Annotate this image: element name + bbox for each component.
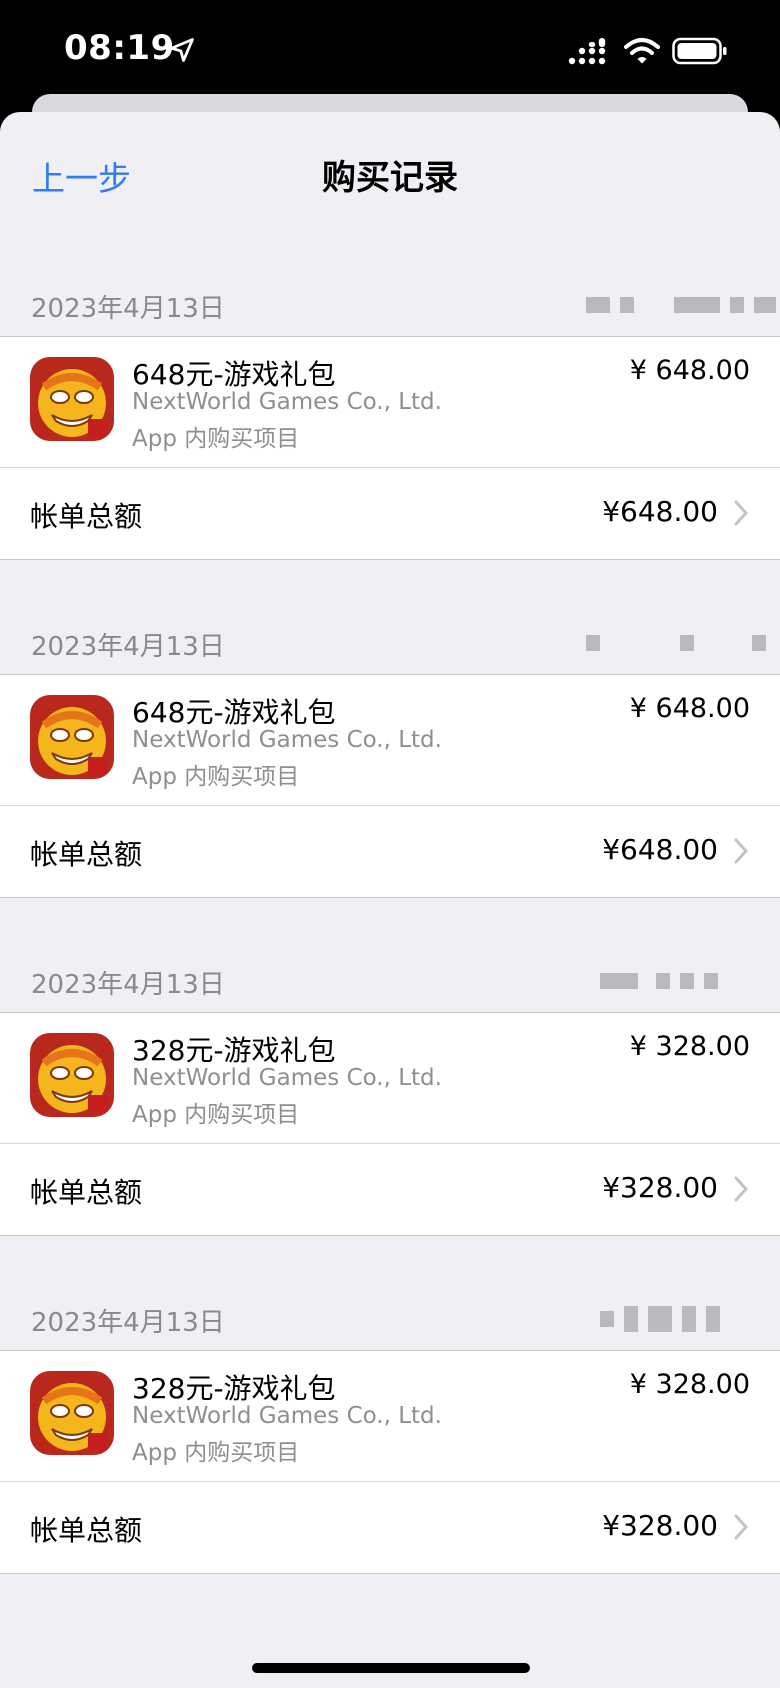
developer-name: NextWorld Games Co., Ltd. [132, 1403, 442, 1429]
chevron-right-icon [734, 500, 748, 526]
bill-total-row[interactable]: 帐单总额 ¥648.00 [0, 806, 780, 896]
bill-total-value: ¥648.00 [602, 495, 718, 528]
status-bar: 08:19 [0, 0, 780, 100]
redacted-info [586, 632, 776, 654]
purchase-card: 328元-游戏礼包 NextWorld Games Co., Ltd. App … [0, 1350, 780, 1574]
cellular-signal-icon [568, 38, 606, 65]
redacted-info [586, 294, 780, 316]
item-price: ¥ 328.00 [629, 1031, 750, 1062]
purchase-date: 2023年4月13日 [31, 970, 225, 1000]
purchase-history-sheet: 上一步 购买记录 2023年4月13日 648元-游戏礼包 NextWorld … [0, 112, 780, 1688]
developer-name: NextWorld Games Co., Ltd. [132, 727, 442, 753]
battery-icon [672, 37, 727, 65]
purchase-type: App 内购买项目 [132, 1102, 300, 1128]
bill-total-row[interactable]: 帐单总额 ¥328.00 [0, 1144, 780, 1234]
purchase-date: 2023年4月13日 [31, 632, 225, 662]
item-name: 648元-游戏礼包 [132, 696, 336, 729]
item-name: 328元-游戏礼包 [132, 1034, 336, 1067]
purchase-date: 2023年4月13日 [31, 1308, 225, 1338]
item-name: 648元-游戏礼包 [132, 358, 336, 391]
item-price: ¥ 328.00 [629, 1369, 750, 1400]
bill-total-label: 帐单总额 [30, 838, 143, 871]
bill-total-label: 帐单总额 [30, 1514, 143, 1547]
status-time: 08:19 [64, 28, 175, 68]
home-indicator[interactable] [252, 1663, 530, 1673]
chevron-right-icon [734, 1514, 748, 1540]
bill-total-row[interactable]: 帐单总额 ¥648.00 [0, 468, 780, 558]
wifi-icon [624, 38, 660, 64]
purchase-type: App 内购买项目 [132, 764, 300, 790]
purchase-date: 2023年4月13日 [31, 294, 225, 324]
purchase-card: 328元-游戏礼包 NextWorld Games Co., Ltd. App … [0, 1012, 780, 1236]
bill-total-value: ¥328.00 [602, 1171, 718, 1204]
bill-total-row[interactable]: 帐单总额 ¥328.00 [0, 1482, 780, 1572]
item-name: 328元-游戏礼包 [132, 1372, 336, 1405]
game-app-icon [30, 357, 114, 441]
redacted-info [600, 970, 728, 992]
chevron-right-icon [734, 1176, 748, 1202]
item-price: ¥ 648.00 [629, 355, 750, 386]
game-app-icon [30, 1371, 114, 1455]
chevron-right-icon [734, 838, 748, 864]
item-price: ¥ 648.00 [629, 693, 750, 724]
bill-total-label: 帐单总额 [30, 1176, 143, 1209]
purchase-type: App 内购买项目 [132, 426, 300, 452]
developer-name: NextWorld Games Co., Ltd. [132, 389, 442, 415]
purchase-type: App 内购买项目 [132, 1440, 300, 1466]
game-app-icon [30, 1033, 114, 1117]
developer-name: NextWorld Games Co., Ltd. [132, 1065, 442, 1091]
bill-total-value: ¥648.00 [602, 833, 718, 866]
redacted-info [600, 1304, 730, 1334]
bill-total-label: 帐单总额 [30, 500, 143, 533]
location-arrow-icon [170, 38, 194, 62]
game-app-icon [30, 695, 114, 779]
purchase-card: 648元-游戏礼包 NextWorld Games Co., Ltd. App … [0, 674, 780, 898]
page-title: 购买记录 [322, 158, 458, 198]
bill-total-value: ¥328.00 [602, 1509, 718, 1542]
purchase-card: 648元-游戏礼包 NextWorld Games Co., Ltd. App … [0, 336, 780, 560]
